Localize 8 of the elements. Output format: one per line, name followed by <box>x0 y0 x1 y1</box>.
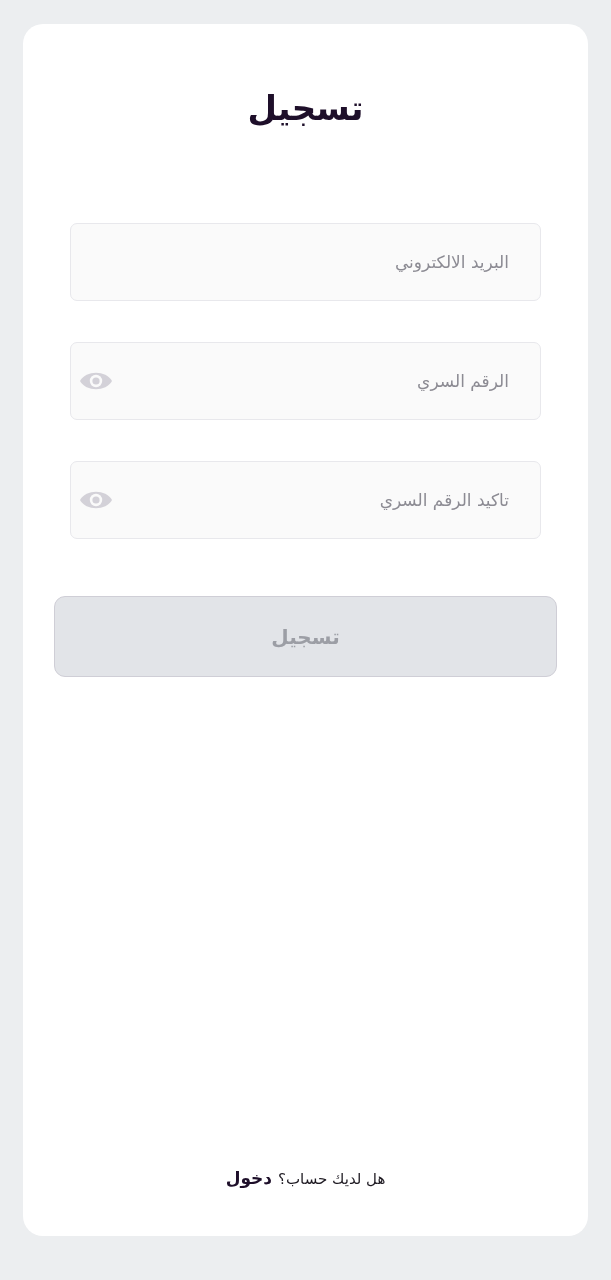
eye-icon[interactable] <box>80 371 112 391</box>
email-field[interactable]: البريد الالكتروني <box>70 223 541 301</box>
eye-icon[interactable] <box>80 490 112 510</box>
page-title: تسجيل <box>247 87 364 130</box>
login-link[interactable]: دخول <box>225 1168 272 1188</box>
account-question: هل لديك حساب؟ <box>278 1170 386 1188</box>
password-field[interactable]: تاكيد الرقم السري <box>70 461 541 539</box>
password-field[interactable]: الرقم السري <box>70 342 541 420</box>
